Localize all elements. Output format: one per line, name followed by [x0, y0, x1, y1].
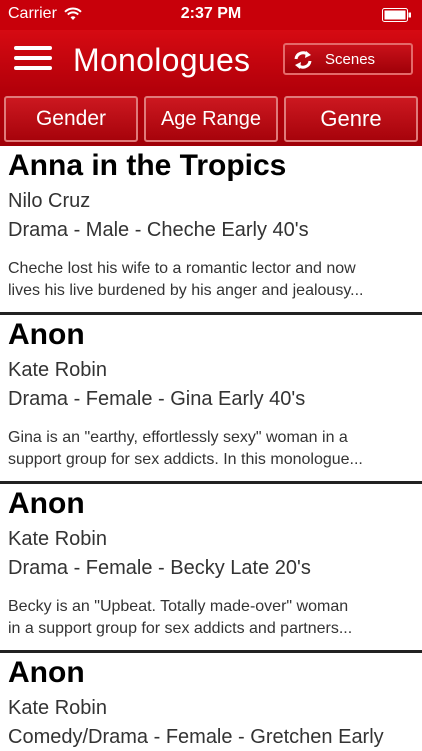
gender-filter-button[interactable]: Gender — [4, 96, 138, 142]
age-range-filter-button[interactable]: Age Range — [144, 96, 278, 142]
item-description: Cheche lost his wife to a romantic lecto… — [8, 258, 416, 302]
refresh-icon — [294, 51, 312, 69]
status-time: 2:37 PM — [180, 5, 242, 22]
item-title: Anon — [8, 487, 85, 520]
item-author: Kate Robin — [8, 528, 107, 550]
item-description-line: support group for sex addicts. In this m… — [8, 451, 363, 468]
item-description: Gina is an "earthy, effortlessly sexy" w… — [8, 427, 416, 471]
battery-icon — [382, 8, 411, 22]
item-title: Anna in the Tropics — [8, 149, 287, 182]
item-meta: Drama - Female - Gina Early 40's — [8, 388, 306, 410]
menu-icon[interactable] — [14, 46, 52, 74]
genre-filter-button[interactable]: Genre — [284, 96, 418, 142]
item-description-line: Becky is an "Upbeat. Totally made-over" … — [8, 598, 349, 615]
item-description: Becky is an "Upbeat. Totally made-over" … — [8, 596, 416, 640]
page-title: Monologues — [73, 42, 251, 78]
item-description-line: lives his live burdened by his anger and… — [8, 282, 364, 299]
item-meta: Comedy/Drama - Female - Gretchen Early — [8, 726, 384, 748]
scenes-button[interactable]: Scenes — [283, 43, 413, 75]
item-meta: Drama - Female - Becky Late 20's — [8, 557, 311, 579]
list-item[interactable]: Anon Kate Robin Drama - Female - Gina Ea… — [0, 315, 422, 471]
item-author: Kate Robin — [8, 697, 107, 719]
scenes-label: Scenes — [325, 51, 376, 68]
item-author: Nilo Cruz — [8, 190, 91, 212]
item-title: Anon — [8, 318, 85, 351]
item-description-line: in a support group for sex addicts and p… — [8, 620, 353, 637]
item-title: Anon — [8, 656, 85, 689]
item-author: Kate Robin — [8, 359, 107, 381]
item-description-line: Gina is an "earthy, effortlessly sexy" w… — [8, 429, 348, 446]
item-meta: Drama - Male - Cheche Early 40's — [8, 219, 309, 241]
list-item[interactable]: Anon Kate Robin Comedy/Drama - Female - … — [0, 653, 422, 751]
list-item[interactable]: Anna in the Tropics Nilo Cruz Drama - Ma… — [0, 146, 422, 302]
item-description-line: Cheche lost his wife to a romantic lecto… — [8, 260, 356, 277]
filter-bar: Gender Age Range Genre — [0, 90, 422, 146]
monologue-list: Anna in the Tropics Nilo Cruz Drama - Ma… — [0, 146, 422, 751]
status-bar: Carrier 2:37 PM — [0, 0, 422, 30]
nav-bar: Monologues Scenes — [0, 30, 422, 90]
list-item[interactable]: Anon Kate Robin Drama - Female - Becky L… — [0, 484, 422, 640]
